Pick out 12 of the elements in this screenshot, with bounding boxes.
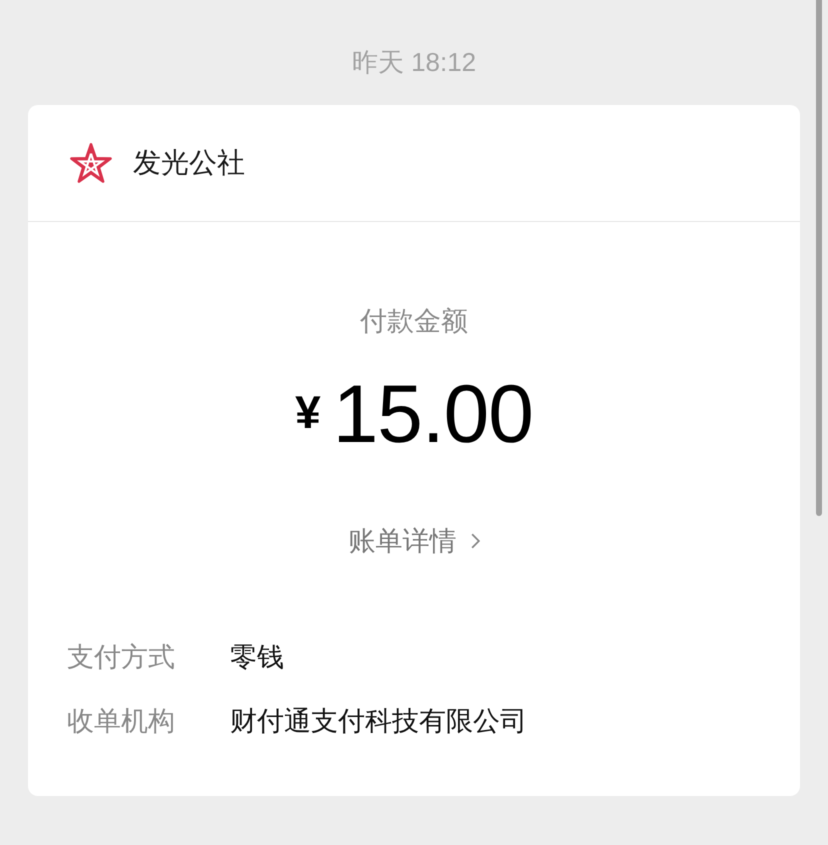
- amount-label: 付款金额: [360, 305, 468, 338]
- merchant-name: 发光公社: [133, 146, 245, 180]
- detail-label: 支付方式: [67, 641, 176, 674]
- payment-amount: 15.00: [332, 368, 533, 462]
- currency-symbol: ¥: [295, 389, 321, 435]
- message-timestamp: 昨天 18:12: [352, 46, 476, 79]
- detail-label: 收单机构: [67, 705, 176, 738]
- detail-value: 财付通支付科技有限公司: [230, 705, 527, 738]
- bill-details-link[interactable]: 账单详情: [348, 521, 480, 561]
- chevron-right-icon: [470, 533, 480, 549]
- detail-value: 零钱: [230, 641, 284, 674]
- star-logo-icon: [70, 143, 112, 183]
